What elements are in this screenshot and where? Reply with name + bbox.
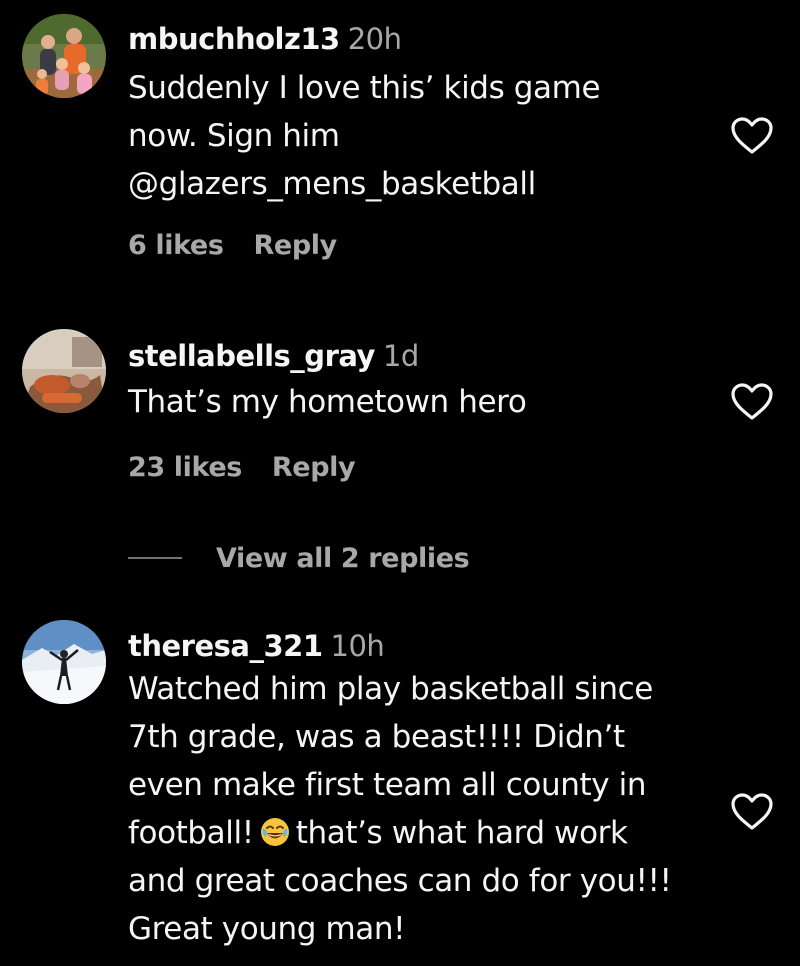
timestamp: 20h xyxy=(347,22,402,56)
comment-fragment: that’s what hard work xyxy=(295,815,628,851)
likes-count[interactable]: 6 likes xyxy=(128,230,224,261)
comment-actions: 23 likes Reply xyxy=(128,452,356,483)
comment-line: Great young man! xyxy=(128,911,406,947)
comment-text: That’s my hometown hero xyxy=(128,378,708,426)
comment-header: mbuchholz13 20h xyxy=(128,20,708,58)
likes-count[interactable]: 23 likes xyxy=(128,452,242,483)
heart-outline-icon[interactable] xyxy=(730,792,774,832)
comment-line: Suddenly I love this’ kids game xyxy=(128,70,601,106)
reply-button[interactable]: Reply xyxy=(254,230,338,261)
comment-line: 7th grade, was a beast!!!! Didn’t xyxy=(128,719,625,755)
avatar[interactable] xyxy=(22,620,106,704)
snow-photo-avatar xyxy=(22,620,106,704)
replies-divider xyxy=(128,557,182,559)
username[interactable]: mbuchholz13 xyxy=(128,22,340,56)
heart-outline-icon[interactable] xyxy=(730,116,774,156)
mention-link[interactable]: @glazers_mens_basketball xyxy=(128,160,708,208)
comment-line: football! that’s what hard work xyxy=(128,809,708,857)
comment-line: now. Sign him xyxy=(128,118,340,154)
comment-line: That’s my hometown hero xyxy=(128,384,527,420)
comment-line: Watched him play basketball since xyxy=(128,671,653,707)
comment-mbuchholz13: mbuchholz13 20h Suddenly I love this’ kid… xyxy=(0,0,800,290)
avatar[interactable] xyxy=(22,14,106,98)
timestamp: 1d xyxy=(382,339,419,373)
reply-button[interactable]: Reply xyxy=(272,452,356,483)
laughing-emoji-icon xyxy=(260,813,290,846)
username[interactable]: theresa_321 xyxy=(128,629,323,663)
comment-fragment: football! xyxy=(128,815,254,851)
comment-header: theresa_321 10h xyxy=(128,627,708,665)
comment-actions: 6 likes Reply xyxy=(128,230,337,261)
view-replies-button[interactable]: View all 2 replies xyxy=(128,536,470,580)
comment-line: even make first team all county in xyxy=(128,767,647,803)
comment-text: Suddenly I love this’ kids game now. Sig… xyxy=(128,64,708,208)
comment-text: Watched him play basketball since 7th gr… xyxy=(128,665,708,953)
username[interactable]: stellabells_gray xyxy=(128,339,375,373)
avatar[interactable] xyxy=(22,329,106,413)
timestamp: 10h xyxy=(330,629,385,663)
comment-theresa-321: theresa_321 10h Watched him play basketba… xyxy=(0,610,800,966)
view-replies-label: View all 2 replies xyxy=(216,542,470,574)
heart-outline-icon[interactable] xyxy=(730,382,774,422)
family-photo-avatar xyxy=(22,14,106,98)
comment-header: stellabells_gray 1d xyxy=(128,337,708,375)
comment-line: and great coaches can do for you!!! xyxy=(128,863,672,899)
photo-avatar xyxy=(22,329,106,413)
